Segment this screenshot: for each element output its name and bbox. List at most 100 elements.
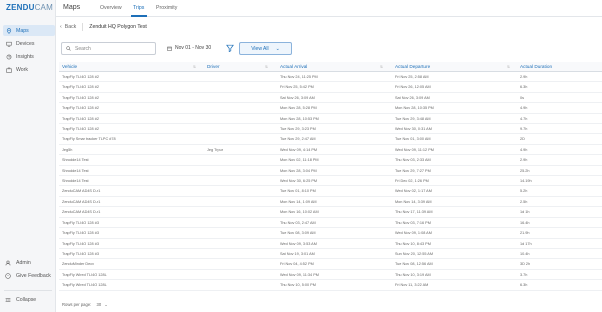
table-row[interactable]: TrapFly TLI4O 128 #2 Thu Nov 24, 11:25 PM… <box>59 72 602 83</box>
sidebar: ZENDUCAM Maps Devices Insights Work Admi… <box>0 0 56 312</box>
logo-sub-text: CAM <box>34 3 53 12</box>
cell-vehicle: Shrodde14 Test <box>62 179 89 184</box>
table-row[interactable]: TrapFly TLI4O 128 #3 Wed Nov 09, 3:53 AM T… <box>59 239 602 249</box>
cell-actual-departure: Wed Nov 09, 11:12 PM <box>395 147 434 152</box>
date-range-text: Nov 01 - Nov 30 <box>175 45 212 51</box>
feedback-icon <box>5 273 11 279</box>
filter-icon[interactable] <box>226 44 234 52</box>
cell-actual-arrival: Wed Nov 09, 11:34 PM <box>280 272 319 277</box>
breadcrumb-current: Zenduit HQ Polygon Test <box>89 24 147 30</box>
column-header-actual-arrival[interactable]: Actual Arrival <box>280 64 307 69</box>
cell-actual-arrival: Tue Nov 29, 3:23 PM <box>280 127 316 132</box>
cell-actual-arrival: Sat Nov 19, 3:01 AM <box>280 251 315 256</box>
devices-icon <box>6 41 12 47</box>
collapse-button[interactable]: Collapse <box>5 297 36 303</box>
cell-vehicle: ZenduCAM AD4S D-r1 <box>62 210 101 215</box>
sort-icon[interactable]: ⇅ <box>265 65 268 69</box>
sidebar-item-devices[interactable]: Devices <box>3 38 55 49</box>
cell-actual-duration: 2.9h <box>520 75 528 79</box>
table-row[interactable]: ZenduMinder Decv Fri Nov 04, 4:52 PM Tue N… <box>59 259 602 270</box>
cell-actual-departure: Wed Nov 09, 1:08 AM <box>395 231 432 236</box>
table-row[interactable]: Shrodde14 Test Wed Nov 30, 6:25 PM Fri Dec… <box>59 176 602 187</box>
back-link[interactable]: Back <box>65 24 77 30</box>
cell-actual-departure: Thu Nov 10, 3:19 AM <box>395 272 431 277</box>
rows-per-page-select[interactable]: 30 <box>97 302 102 307</box>
view-all-dropdown[interactable]: View All ⌄ <box>239 42 292 55</box>
sidebar-item-work[interactable]: Work <box>3 64 55 75</box>
cell-actual-departure: Tue Nov 29, 7:27 PM <box>395 168 431 173</box>
column-header-actual-duration[interactable]: Actual Duration <box>520 64 552 69</box>
cell-vehicle: TrapFly Wired TLI4O 128L <box>62 272 107 277</box>
cell-vehicle: Shrodde14 Test <box>62 168 89 173</box>
table-row[interactable]: ZenduCAM AD4S D-r1 Mon Nov 14, 1:09 AM Mon… <box>59 197 602 208</box>
cell-actual-departure: Sat Nov 26, 3:09 AM <box>395 95 430 100</box>
rows-per-page-label: Rows per page: <box>62 302 92 307</box>
cell-actual-departure: Mon Nov 28, 10:35 PM <box>395 106 434 111</box>
cell-actual-duration: 2.5h <box>520 199 528 204</box>
cell-actual-duration: 14.19h <box>520 179 532 184</box>
cell-vehicle: Shrodde14 Test <box>62 158 89 163</box>
column-header-driver[interactable]: Driver <box>207 64 220 69</box>
cell-vehicle: TrapFly TLI4O 128 #2 <box>62 75 99 79</box>
table-row[interactable]: TrapFly TLI4O 128 #2 Mon Nov 28, 10:53 PM… <box>59 114 602 125</box>
search-input[interactable]: Search <box>61 42 156 55</box>
cell-actual-departure: Thu Nov 03, 2:33 AM <box>395 158 431 163</box>
back-arrow-icon[interactable]: ‹ <box>60 24 62 30</box>
cell-actual-duration: 2D <box>520 137 525 142</box>
sidebar-divider <box>4 290 52 291</box>
table-row[interactable]: Shrodde14 Test Mon Nov 02, 11:18 PM Thu No… <box>59 155 602 166</box>
table-row[interactable]: TrapFly TLI4O 128 #3 Thu Nov 03, 2:47 AM T… <box>59 218 602 229</box>
sidebar-item-admin[interactable]: Admin <box>5 260 31 266</box>
cell-vehicle: TrapFly TLI4O 128 #2 <box>62 95 99 100</box>
column-header-actual-departure[interactable]: Actual Departure <box>395 64 430 69</box>
table-row[interactable]: ZenduCAM AD4S D-r1 Mon Nov 16, 10:02 AM Th… <box>59 207 602 218</box>
table-row[interactable]: Jeg5h Jeg Trpur Wed Nov 09, 4:14 PM Wed Nov… <box>59 145 602 156</box>
table-row[interactable]: TrapFly TLI4O 128 #2 Mon Nov 28, 5:28 PM M… <box>59 103 602 114</box>
sort-icon[interactable]: ⇅ <box>507 65 510 69</box>
cell-vehicle: Jeg5h <box>62 147 73 152</box>
chevron-down-icon: ⌄ <box>275 45 280 52</box>
table-row[interactable]: TrapFly Wired TLI4O 128L Wed Nov 09, 11:3… <box>59 270 602 281</box>
cell-actual-arrival: Mon Nov 28, 3:04 PM <box>280 168 317 173</box>
table-row[interactable]: TrapFly Wired TLI4O 128L Thu Nov 10, 5:00… <box>59 280 602 291</box>
cell-actual-arrival: Fri Nov 25, 5:42 PM <box>280 85 314 90</box>
cell-actual-departure: Sun Nov 20, 12:55 AM <box>395 251 433 256</box>
sidebar-item-label: Maps <box>16 27 29 34</box>
table-row[interactable]: Shrodde14 Test Mon Nov 28, 3:04 PM Tue Nov… <box>59 166 602 177</box>
zenducam-logo[interactable]: ZENDUCAM <box>6 3 53 12</box>
cell-actual-arrival: Mon Nov 14, 1:09 AM <box>280 199 317 204</box>
sidebar-item-maps[interactable]: Maps <box>3 25 55 36</box>
table-row[interactable]: TrapFly TLI4O 128 #2 Fri Nov 25, 5:42 PM F… <box>59 82 602 93</box>
tab-overview[interactable]: Overview <box>100 5 122 11</box>
date-range-picker[interactable]: Nov 01 - Nov 30 <box>167 45 211 51</box>
cell-actual-departure: Thu Nov 03, 7:16 PM <box>395 220 431 225</box>
cell-actual-arrival: Mon Nov 16, 10:02 AM <box>280 210 319 215</box>
table-row[interactable]: TrapFly Smar tracker TLPC #78 Tue Nov 29,… <box>59 134 602 145</box>
tab-proximity[interactable]: Proximity <box>156 5 177 11</box>
cell-actual-arrival: Wed Nov 30, 6:25 PM <box>280 179 318 184</box>
table-row[interactable]: TrapFly TLI4O 128 #3 Sat Nov 19, 3:01 AM S… <box>59 249 602 260</box>
table-row[interactable]: TrapFly TLI4O 128 #3 Tue Nov 08, 3:09 AM W… <box>59 228 602 239</box>
cell-vehicle: TrapFly TLI4O 128 #2 <box>62 106 99 111</box>
table-row[interactable]: ZenduCAM AD4S D-r1 Tue Nov 01, 8:10 PM Wed… <box>59 186 602 197</box>
sidebar-item-insights[interactable]: Insights <box>3 51 55 62</box>
sidebar-item-label: Devices <box>16 40 35 47</box>
table-row[interactable]: TrapFly TLI4O 128 #2 Sat Nov 26, 3:09 AM S… <box>59 93 602 104</box>
sort-icon[interactable]: ⇅ <box>380 65 383 69</box>
trips-table: Vehicle ⇅ Driver ⇅ Actual Arrival ⇅ Actu… <box>59 62 602 291</box>
cell-vehicle: TrapFly TLI4O 128 #3 <box>62 220 99 225</box>
cell-actual-arrival: Thu Nov 24, 11:25 PM <box>280 75 318 79</box>
cell-vehicle: TrapFly Wired TLI4O 128L <box>62 283 107 288</box>
give-feedback-button[interactable]: Give Feedback <box>5 273 51 279</box>
cell-actual-departure: Tue Nov 08, 12:56 AM <box>395 262 433 267</box>
cell-actual-duration: 0s <box>520 95 525 100</box>
cell-actual-duration: 25.2h <box>520 168 530 173</box>
cell-vehicle: ZenduCAM AD4S D-r1 <box>62 199 101 204</box>
cell-actual-arrival: Tue Nov 08, 3:09 AM <box>280 231 316 236</box>
sort-icon[interactable]: ⇅ <box>193 65 196 69</box>
column-header-vehicle[interactable]: Vehicle <box>62 64 77 69</box>
tab-trips[interactable]: Trips <box>133 5 144 11</box>
cell-actual-duration: 4.7h <box>520 116 528 121</box>
table-row[interactable]: TrapFly TLI4O 128 #2 Tue Nov 29, 3:23 PM W… <box>59 124 602 135</box>
cell-actual-departure: Tue Nov 29, 3:48 AM <box>395 116 431 121</box>
